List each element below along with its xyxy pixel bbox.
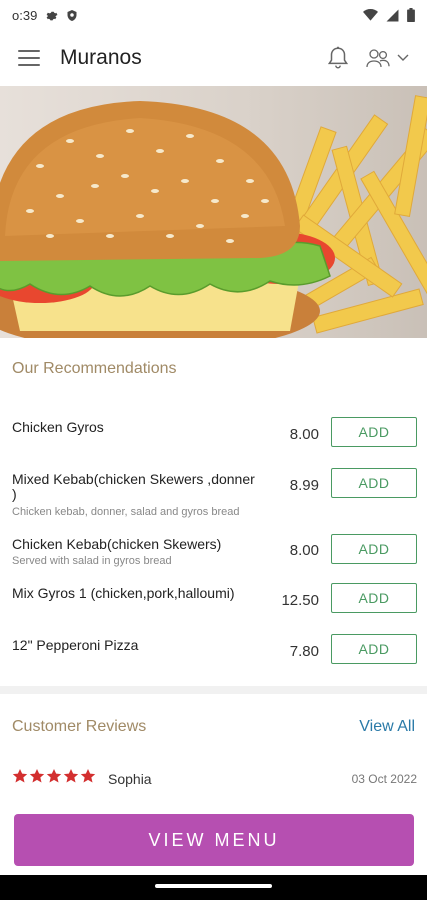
- item-name: Chicken Gyros: [12, 419, 104, 435]
- signal-icon: [386, 9, 399, 21]
- rating-stars: [12, 768, 96, 784]
- hamburger-menu-icon[interactable]: [18, 50, 40, 66]
- status-bar: o:39: [0, 0, 427, 30]
- review-date: 03 Oct 2022: [351, 772, 417, 786]
- status-time: o:39: [12, 7, 38, 23]
- view-all-reviews-link[interactable]: View All: [359, 718, 415, 736]
- item-price: 7.80: [289, 643, 319, 660]
- review-row: Sophia 03 Oct 2022: [12, 768, 417, 790]
- shield-icon: [67, 9, 77, 21]
- item-description: Served with salad in gyros bread: [12, 555, 172, 567]
- star-icon: [80, 769, 96, 783]
- users-icon: [366, 49, 390, 68]
- star-icon: [46, 769, 62, 783]
- star-icon: [29, 769, 45, 783]
- item-name: 12" Pepperoni Pizza: [12, 637, 139, 653]
- item-name: Chicken Kebab(chicken Skewers): [12, 536, 222, 552]
- restaurant-title: Muranos: [60, 46, 142, 69]
- item-description: Chicken kebab, donner, salad and gyros b…: [12, 506, 240, 518]
- recommendations-heading: Our Recommendations: [12, 360, 177, 377]
- home-gesture-handle[interactable]: [155, 884, 272, 888]
- burger-fries-illustration: [0, 95, 427, 338]
- item-name: Mix Gyros 1 (chicken,pork,halloumi): [12, 585, 235, 601]
- notification-bell-icon[interactable]: [325, 45, 351, 71]
- star-icon: [12, 769, 28, 783]
- item-price: 12.50: [281, 592, 319, 609]
- system-nav-bar: [0, 875, 427, 900]
- chevron-down-icon: [397, 54, 409, 61]
- item-price: 8.00: [289, 426, 319, 443]
- profile-menu[interactable]: [365, 47, 409, 69]
- reviewer-name: Sophia: [108, 771, 152, 787]
- add-button[interactable]: ADD: [331, 583, 417, 613]
- reviews-heading: Customer Reviews: [12, 718, 147, 735]
- wifi-icon: [363, 9, 378, 21]
- add-button[interactable]: ADD: [331, 534, 417, 564]
- item-price: 8.00: [289, 542, 319, 559]
- section-divider: [0, 686, 427, 694]
- star-icon: [63, 769, 79, 783]
- app-bar: Muranos: [0, 30, 427, 86]
- battery-icon: [407, 8, 415, 22]
- view-menu-button[interactable]: VIEW MENU: [14, 814, 414, 866]
- add-button[interactable]: ADD: [331, 634, 417, 664]
- item-price: 8.99: [289, 477, 319, 494]
- item-name: Mixed Kebab(chicken Skewers ,donner ): [12, 471, 255, 502]
- settings-icon: [46, 11, 58, 20]
- add-button[interactable]: ADD: [331, 468, 417, 498]
- hero-food-image: [0, 86, 427, 338]
- add-button[interactable]: ADD: [331, 417, 417, 447]
